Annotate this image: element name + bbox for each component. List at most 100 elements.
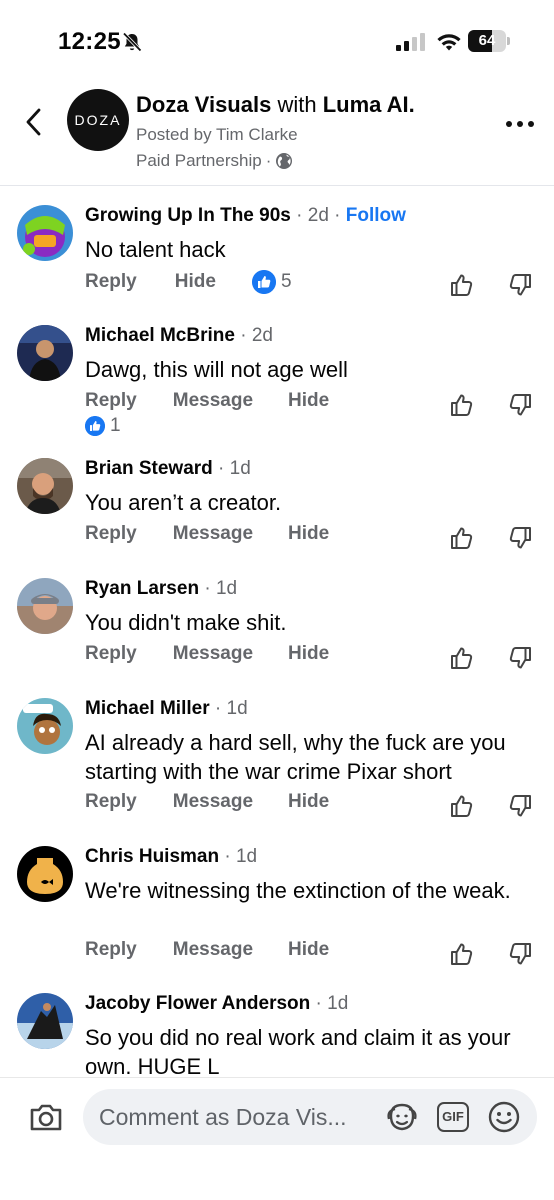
comment-time[interactable]: 1d (236, 846, 257, 867)
thumbs-down-outline-icon[interactable] (507, 793, 533, 819)
bell-off-icon (122, 32, 142, 52)
gif-button[interactable]: GIF (437, 1102, 469, 1132)
commenter-name[interactable]: Michael Miller (85, 698, 210, 719)
commenter-avatar[interactable] (17, 325, 73, 381)
comment-text: AI already a hard sell, why the fuck are… (85, 730, 506, 784)
comment-header: Growing Up In The 90s · 2d · Follow (85, 205, 406, 227)
commenter-name[interactable]: Growing Up In The 90s (85, 205, 291, 226)
wifi-icon (437, 34, 461, 51)
comment-text: So you did no real work and claim it as … (85, 1025, 511, 1077)
commenter-name[interactable]: Brian Steward (85, 458, 213, 479)
reaction-count[interactable]: 5 (251, 270, 292, 294)
reply-button[interactable]: Reply (85, 390, 137, 412)
separator-dot: · (265, 151, 272, 170)
post-header: DOZA Doza Visuals with Luma AI. Posted b… (0, 80, 554, 186)
page-avatar[interactable]: DOZA (67, 89, 129, 151)
reply-button[interactable]: Reply (85, 791, 137, 813)
commenter-avatar[interactable] (17, 993, 73, 1049)
comment-actions: Reply Message Hide (85, 643, 329, 665)
comment-actions: Reply Message Hide (85, 390, 329, 412)
separator-dot: · (204, 578, 211, 599)
page-name[interactable]: Doza Visuals (136, 92, 271, 117)
commenter-avatar[interactable] (17, 205, 73, 261)
message-button[interactable]: Message (173, 791, 253, 813)
message-button[interactable]: Message (173, 939, 253, 961)
hide-button[interactable]: Hide (175, 271, 216, 293)
hide-button[interactable]: Hide (288, 791, 329, 813)
commenter-avatar[interactable] (17, 698, 73, 754)
comment-actions: Reply Message Hide (85, 523, 329, 545)
thumbs-up-outline-icon[interactable] (449, 793, 475, 819)
comments-list[interactable]: Growing Up In The 90s · 2d · Follow No t… (0, 187, 554, 1077)
follow-button[interactable]: Follow (346, 205, 406, 226)
comment-text: We're witnessing the extinction of the w… (85, 878, 511, 903)
comment-header: Ryan Larsen · 1d (85, 578, 237, 600)
commenter-name[interactable]: Chris Huisman (85, 846, 219, 867)
reply-button[interactable]: Reply (85, 643, 137, 665)
message-button[interactable]: Message (173, 643, 253, 665)
comment-header: Brian Steward · 1d (85, 458, 251, 480)
commenter-avatar[interactable] (17, 578, 73, 634)
comment-time[interactable]: 2d (308, 205, 329, 226)
hide-button[interactable]: Hide (288, 390, 329, 412)
more-horizontal-icon[interactable] (502, 114, 538, 134)
comment-time[interactable]: 1d (227, 698, 248, 719)
thumbs-up-outline-icon[interactable] (449, 392, 475, 418)
comment-text: You didn't make shit. (85, 610, 287, 635)
chevron-left-icon[interactable] (18, 102, 50, 142)
like-reaction-icon (251, 270, 276, 294)
paid-partnership-line: Paid Partnership · (136, 151, 293, 171)
separator-dot: · (334, 205, 341, 226)
comment-actions: Reply Hide 5 (85, 270, 292, 294)
post-title: Doza Visuals with Luma AI. (136, 92, 415, 118)
status-bar: 12:25 64 (0, 0, 554, 80)
thumbs-down-outline-icon[interactable] (507, 525, 533, 551)
thumbs-down-outline-icon[interactable] (507, 941, 533, 967)
comment-text: No talent hack (85, 237, 226, 262)
camera-icon[interactable] (28, 1101, 64, 1133)
separator-dot: · (240, 325, 247, 346)
comment-time[interactable]: 1d (230, 458, 251, 479)
globe-icon (276, 153, 293, 169)
comment-time[interactable]: 1d (327, 993, 348, 1014)
hide-button[interactable]: Hide (288, 939, 329, 961)
thumbs-up-outline-icon[interactable] (449, 272, 475, 298)
smiley-icon[interactable] (487, 1100, 521, 1134)
commenter-avatar[interactable] (17, 458, 73, 514)
comment-header: Michael McBrine · 2d (85, 325, 273, 347)
commenter-avatar[interactable] (17, 846, 73, 902)
separator-dot: · (224, 846, 231, 867)
comment-composer: GIF (0, 1077, 554, 1200)
message-button[interactable]: Message (173, 523, 253, 545)
comment-box: GIF (83, 1089, 537, 1145)
thumbs-up-outline-icon[interactable] (449, 941, 475, 967)
separator-dot: · (296, 205, 303, 226)
avatar-sticker-icon[interactable] (385, 1102, 419, 1132)
hide-button[interactable]: Hide (288, 643, 329, 665)
comment-time[interactable]: 1d (216, 578, 237, 599)
commenter-name[interactable]: Michael McBrine (85, 325, 235, 346)
hide-button[interactable]: Hide (288, 523, 329, 545)
thumbs-down-outline-icon[interactable] (507, 645, 533, 671)
status-time: 12:25 (58, 28, 121, 55)
comment-header: Chris Huisman · 1d (85, 846, 257, 868)
separator-dot: · (214, 698, 222, 719)
reply-button[interactable]: Reply (85, 271, 137, 293)
thumbs-up-outline-icon[interactable] (449, 645, 475, 671)
battery-level: 64 (478, 32, 496, 49)
thumbs-down-outline-icon[interactable] (507, 392, 533, 418)
comment-text: You aren’t a creator. (85, 490, 282, 515)
commenter-name[interactable]: Jacoby Flower Anderson (85, 993, 310, 1014)
reply-button[interactable]: Reply (85, 523, 137, 545)
commenter-name[interactable]: Ryan Larsen (85, 578, 199, 599)
reaction-count[interactable]: 1 (85, 415, 121, 437)
like-reaction-icon (85, 416, 105, 436)
thumbs-down-outline-icon[interactable] (507, 272, 533, 298)
comment-actions: Reply Message Hide (85, 791, 329, 813)
thumbs-up-outline-icon[interactable] (449, 525, 475, 551)
reply-button[interactable]: Reply (85, 939, 137, 961)
message-button[interactable]: Message (173, 390, 253, 412)
partner-name[interactable]: Luma AI. (323, 92, 415, 117)
comment-time[interactable]: 2d (252, 325, 273, 346)
comment-input[interactable] (99, 1101, 374, 1133)
